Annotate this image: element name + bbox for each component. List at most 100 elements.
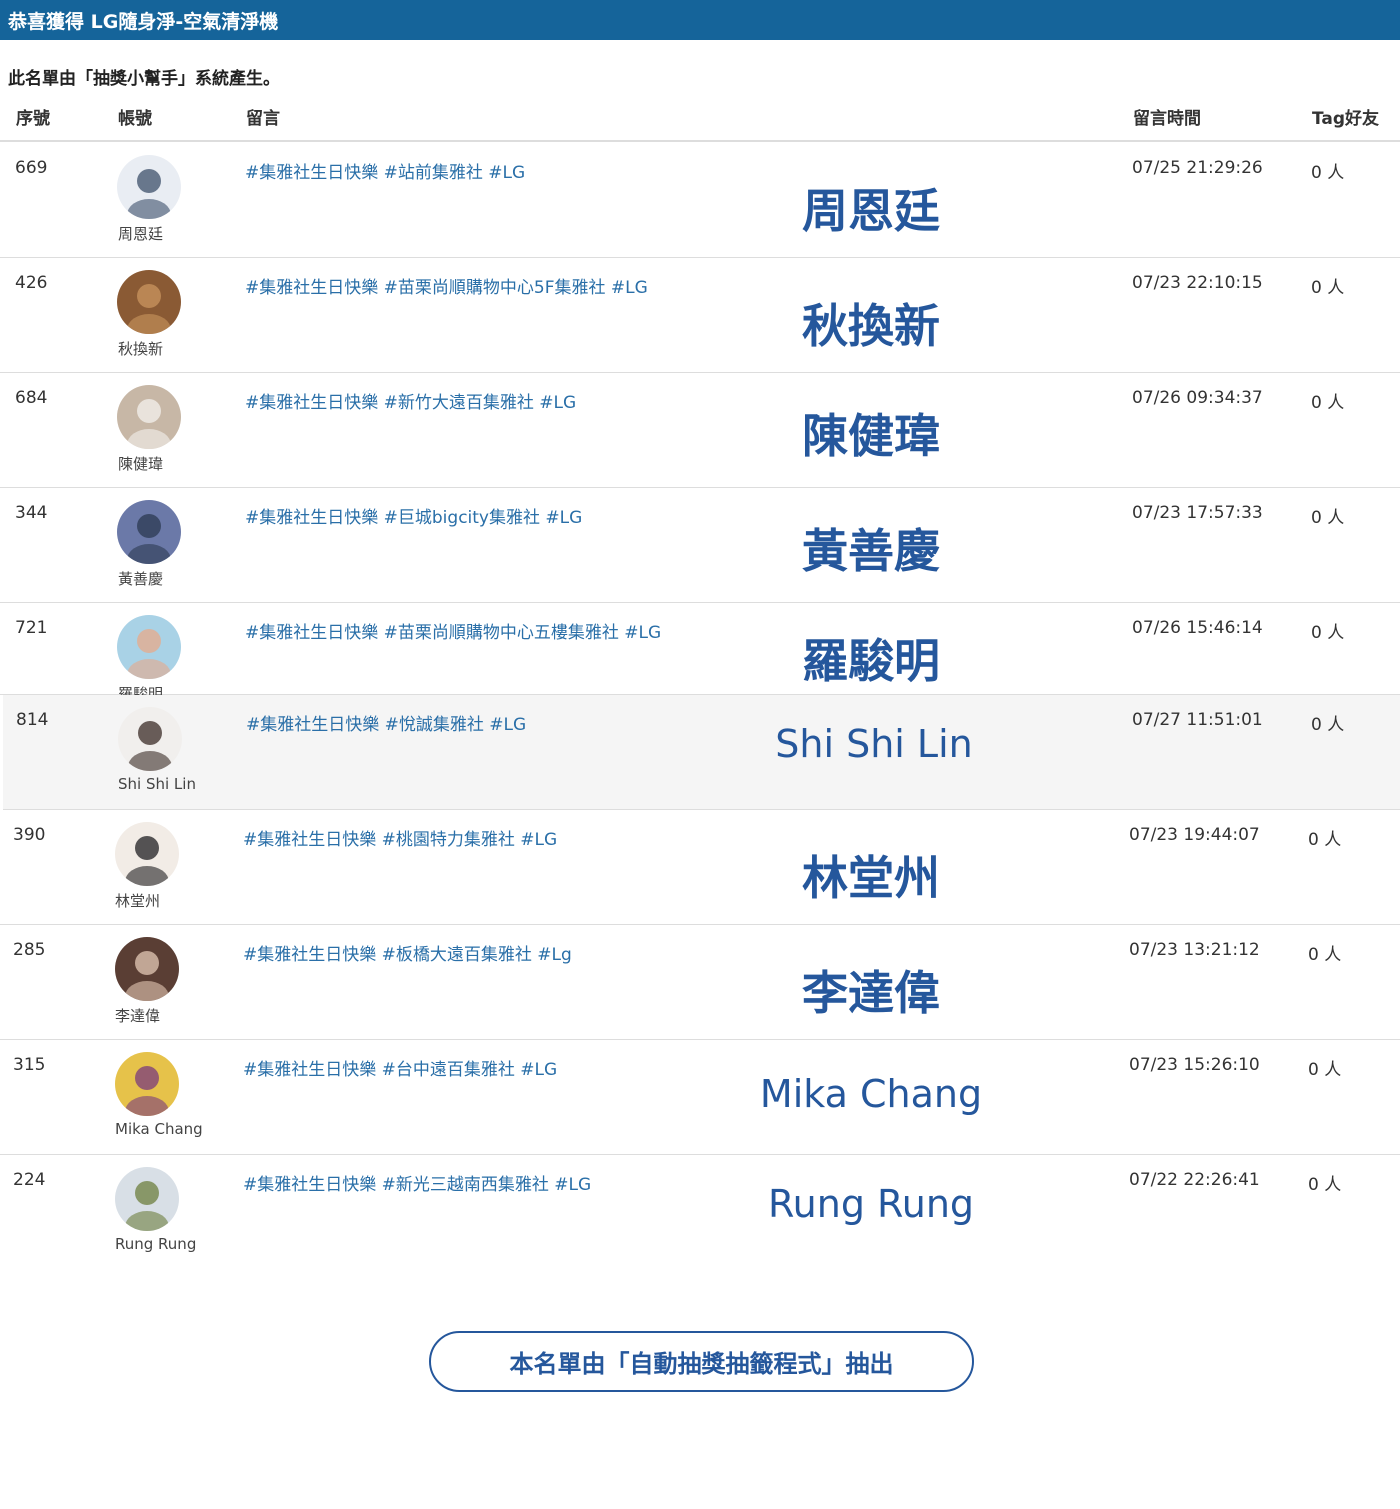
- avatar[interactable]: [117, 385, 181, 449]
- table-row: 721 羅駿明 #集雅社生日快樂 #苗栗尚順購物中心五樓集雅社 #LG 07/26 1…: [0, 603, 1400, 703]
- table-row: 669 周恩廷 #集雅社生日快樂 #站前集雅社 #LG 07/25 21:29:26 0…: [0, 143, 1400, 258]
- comment-hashtags[interactable]: #集雅社生日快樂 #台中遠百集雅社 #LG: [243, 1055, 557, 1080]
- column-header-time: 留言時間: [1133, 109, 1201, 129]
- tag-friends-count: 0 人: [1311, 163, 1345, 183]
- comment-time: 07/23 19:44:07: [1129, 825, 1260, 845]
- comment-time: 07/22 22:26:41: [1129, 1170, 1260, 1190]
- footer-credit-button[interactable]: 本名單由「自動抽獎抽籤程式」抽出: [429, 1331, 974, 1392]
- row-seq: 684: [15, 388, 48, 408]
- avatar-photo-icon: [117, 500, 181, 564]
- comment-time: 07/23 22:10:15: [1132, 273, 1263, 293]
- row-seq: 426: [15, 273, 48, 293]
- tag-friends-count: 0 人: [1311, 623, 1345, 643]
- account-name-link[interactable]: 周恩廷: [118, 223, 163, 244]
- avatar-photo-icon: [117, 385, 181, 449]
- avatar-photo-icon: [115, 1167, 179, 1231]
- avatar-photo-icon: [117, 270, 181, 334]
- column-header-tag: Tag好友: [1312, 109, 1380, 129]
- winner-name-overlay: 陳健瑋: [802, 409, 940, 463]
- winner-name-overlay: Mika Chang: [759, 1072, 983, 1116]
- comment-time: 07/27 11:51:01: [1132, 710, 1263, 730]
- comment-hashtags[interactable]: #集雅社生日快樂 #站前集雅社 #LG: [245, 158, 525, 183]
- account-name-link[interactable]: Shi Shi Lin: [118, 775, 196, 793]
- winner-name-overlay: 林堂州: [802, 851, 940, 905]
- account-name-link[interactable]: 黃善慶: [118, 568, 163, 589]
- tag-friends-count: 0 人: [1308, 1175, 1342, 1195]
- comment-hashtags[interactable]: #集雅社生日快樂 #苗栗尚順購物中心五樓集雅社 #LG: [245, 618, 661, 643]
- comment-hashtags[interactable]: #集雅社生日快樂 #板橋大遠百集雅社 #Lg: [243, 940, 572, 965]
- table-row: 224 Rung Rung #集雅社生日快樂 #新光三越南西集雅社 #LG 07/22…: [0, 1155, 1400, 1270]
- comment-hashtags[interactable]: #集雅社生日快樂 #新竹大遠百集雅社 #LG: [245, 388, 576, 413]
- table-row: 684 陳健瑋 #集雅社生日快樂 #新竹大遠百集雅社 #LG 07/26 09:34:…: [0, 373, 1400, 488]
- avatar-photo-icon: [115, 822, 179, 886]
- table-row: 315 Mika Chang #集雅社生日快樂 #台中遠百集雅社 #LG 07/23 …: [0, 1040, 1400, 1155]
- tag-friends-count: 0 人: [1311, 278, 1345, 298]
- comment-time: 07/23 17:57:33: [1132, 503, 1263, 523]
- winner-name-overlay: 黃善慶: [802, 524, 940, 578]
- avatar-photo-icon: [117, 615, 181, 679]
- tag-friends-count: 0 人: [1308, 945, 1342, 965]
- comment-time: 07/23 15:26:10: [1129, 1055, 1260, 1075]
- tag-friends-count: 0 人: [1311, 508, 1345, 528]
- account-name-link[interactable]: 陳健瑋: [118, 453, 163, 474]
- comment-hashtags[interactable]: #集雅社生日快樂 #巨城bigcity集雅社 #LG: [245, 503, 582, 528]
- table-row: 390 林堂州 #集雅社生日快樂 #桃園特力集雅社 #LG 07/23 19:44:0…: [0, 810, 1400, 925]
- account-name-link[interactable]: 李達偉: [115, 1005, 160, 1026]
- avatar[interactable]: [115, 1052, 179, 1116]
- avatar[interactable]: [117, 500, 181, 564]
- winner-name-overlay: 秋換新: [802, 299, 940, 353]
- tag-friends-count: 0 人: [1308, 830, 1342, 850]
- comment-time: 07/23 13:21:12: [1129, 940, 1260, 960]
- winner-name-overlay: Shi Shi Lin: [775, 722, 973, 766]
- tag-friends-count: 0 人: [1311, 393, 1345, 413]
- row-seq: 315: [13, 1055, 46, 1075]
- comment-hashtags[interactable]: #集雅社生日快樂 #苗栗尚順購物中心5F集雅社 #LG: [245, 273, 648, 298]
- table-row: 814 Shi Shi Lin #集雅社生日快樂 #悅誠集雅社 #LG 07/27 1…: [3, 695, 1400, 810]
- footer-credit-label: 本名單由「自動抽獎抽籤程式」抽出: [509, 1350, 894, 1378]
- winner-name-overlay: 周恩廷: [802, 184, 940, 238]
- row-seq: 285: [13, 940, 46, 960]
- column-header-comment: 留言: [246, 109, 280, 129]
- avatar-photo-icon: [115, 1052, 179, 1116]
- avatar[interactable]: [117, 270, 181, 334]
- account-name-link[interactable]: Mika Chang: [115, 1120, 203, 1138]
- title-bar: 恭喜獲得 LG隨身淨-空氣清淨機: [0, 0, 1400, 40]
- row-seq: 344: [15, 503, 48, 523]
- avatar[interactable]: [117, 615, 181, 679]
- avatar[interactable]: [115, 1167, 179, 1231]
- row-seq: 224: [13, 1170, 46, 1190]
- account-name-link[interactable]: Rung Rung: [115, 1235, 196, 1253]
- comment-time: 07/25 21:29:26: [1132, 158, 1263, 178]
- avatar[interactable]: [118, 707, 182, 771]
- avatar[interactable]: [115, 937, 179, 1001]
- table-header: 序號 帳號 留言 留言時間 Tag好友: [0, 100, 1400, 142]
- row-seq: 390: [13, 825, 46, 845]
- table-row: 344 黃善慶 #集雅社生日快樂 #巨城bigcity集雅社 #LG 07/23 17…: [0, 488, 1400, 603]
- row-seq: 669: [15, 158, 48, 178]
- table-row: 426 秋換新 #集雅社生日快樂 #苗栗尚順購物中心5F集雅社 #LG 07/23 2…: [0, 258, 1400, 373]
- table-row: 285 李達偉 #集雅社生日快樂 #板橋大遠百集雅社 #Lg 07/23 13:21:…: [0, 925, 1400, 1040]
- account-name-link[interactable]: 林堂州: [115, 890, 160, 911]
- winner-name-overlay: Rung Rung: [767, 1182, 975, 1226]
- page-title: 恭喜獲得 LG隨身淨-空氣清淨機: [8, 10, 279, 33]
- comment-hashtags[interactable]: #集雅社生日快樂 #新光三越南西集雅社 #LG: [243, 1170, 591, 1195]
- winner-name-overlay: 李達偉: [802, 966, 940, 1020]
- row-seq: 721: [15, 618, 48, 638]
- avatar-photo-icon: [115, 937, 179, 1001]
- tag-friends-count: 0 人: [1308, 1060, 1342, 1080]
- page-subtitle: 此名單由「抽獎小幫手」系統產生。: [8, 69, 280, 89]
- account-name-link[interactable]: 秋換新: [118, 338, 163, 359]
- avatar[interactable]: [117, 155, 181, 219]
- avatar[interactable]: [115, 822, 179, 886]
- comment-hashtags[interactable]: #集雅社生日快樂 #桃園特力集雅社 #LG: [243, 825, 557, 850]
- comment-hashtags[interactable]: #集雅社生日快樂 #悅誠集雅社 #LG: [246, 710, 526, 735]
- comment-time: 07/26 15:46:14: [1132, 618, 1263, 638]
- avatar-photo-icon: [117, 155, 181, 219]
- column-header-account: 帳號: [118, 109, 152, 129]
- avatar-photo-icon: [118, 707, 182, 771]
- row-seq: 814: [16, 710, 49, 730]
- winner-name-overlay: 羅駿明: [802, 634, 940, 688]
- comment-time: 07/26 09:34:37: [1132, 388, 1263, 408]
- tag-friends-count: 0 人: [1311, 715, 1345, 735]
- column-header-seq: 序號: [16, 109, 50, 129]
